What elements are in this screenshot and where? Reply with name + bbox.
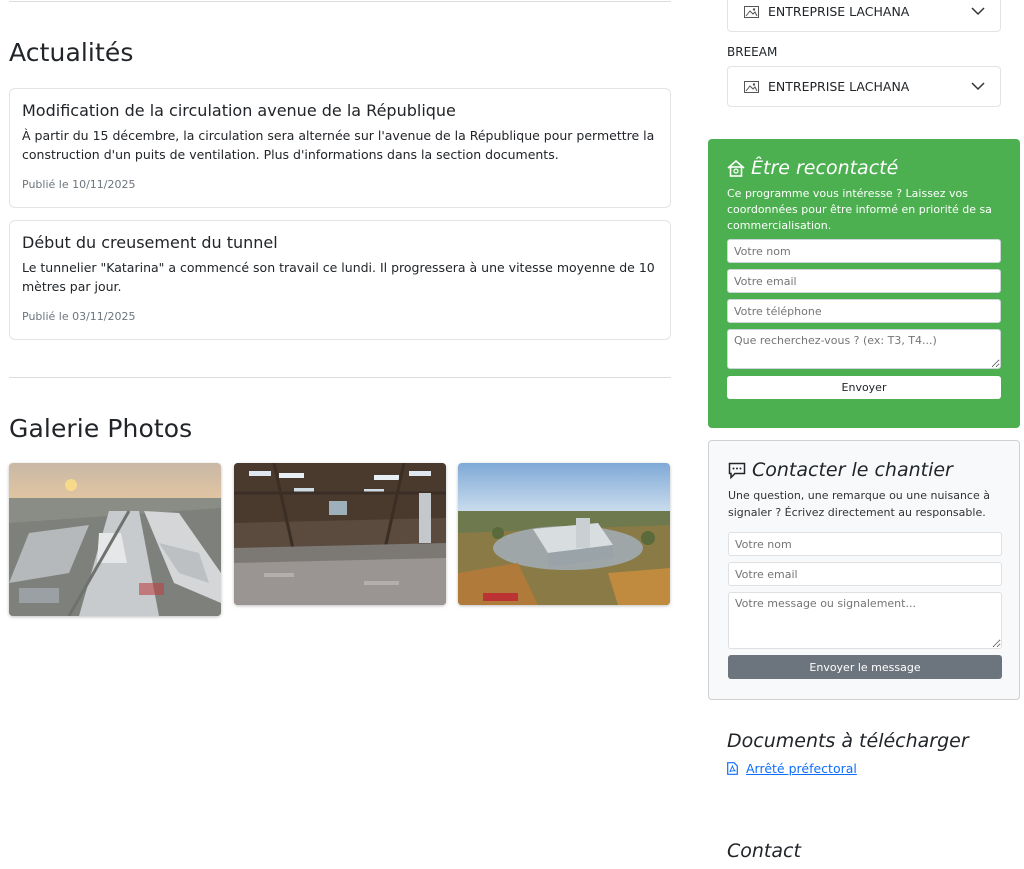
chantier-description: Une question, une remarque ou une nuisan… <box>728 489 990 519</box>
document-link-arrete[interactable]: Arrêté préfectoral <box>727 761 857 776</box>
news-body: À partir du 15 décembre, la circulation … <box>22 128 655 163</box>
document-link-label: Arrêté préfectoral <box>746 761 857 776</box>
news-title: Début du creusement du tunnel <box>22 233 278 252</box>
company-select-value: ENTREPRISE LACHANA <box>768 4 910 19</box>
recontact-phone-input[interactable] <box>727 299 1001 323</box>
recontact-title: Être recontacté <box>727 157 1001 179</box>
chantier-title-text: Contacter le chantier <box>752 459 953 481</box>
chantier-contact-box: Contacter le chantier Une question, une … <box>708 440 1020 700</box>
chantier-submit-button[interactable]: Envoyer le message <box>728 655 1002 679</box>
pdf-file-icon <box>727 762 738 775</box>
divider <box>9 1 671 2</box>
chevron-down-icon <box>971 82 985 91</box>
gallery-photo-industrial-park[interactable] <box>9 463 221 616</box>
breeam-select[interactable]: ENTREPRISE LACHANA <box>727 66 1001 107</box>
news-date: Publié le 10/11/2025 <box>22 178 136 192</box>
chat-bubble-icon <box>728 462 746 479</box>
recontact-form-box: Être recontacté Ce programme vous intére… <box>708 139 1020 428</box>
chantier-title: Contacter le chantier <box>728 459 1000 481</box>
recontact-submit-button[interactable]: Envoyer <box>727 376 1001 399</box>
chantier-email-input[interactable] <box>728 562 1002 586</box>
sidebar: ENTREPRISE LACHANA BREEAM ENTREPRISE LAC… <box>708 0 1020 869</box>
chevron-down-icon <box>971 7 985 16</box>
recontact-title-text: Être recontacté <box>751 157 899 179</box>
gallery-photo-logistics-center[interactable] <box>458 463 670 605</box>
recontact-email-input[interactable] <box>727 269 1001 293</box>
news-date: Publié le 03/11/2025 <box>22 310 136 324</box>
chantier-name-input[interactable] <box>728 532 1002 556</box>
news-body: Le tunnelier "Katarina" a commencé son t… <box>22 260 655 295</box>
recontact-name-input[interactable] <box>727 239 1001 263</box>
gallery-photo-warehouse-frame[interactable] <box>234 463 446 605</box>
company-select[interactable]: ENTREPRISE LACHANA <box>727 0 1001 32</box>
recontact-description: Ce programme vous intéresse ? Laissez vo… <box>727 187 992 232</box>
contact-title: Contact <box>727 840 801 862</box>
photo-gallery <box>9 463 671 616</box>
documents-title: Documents à télécharger <box>727 730 969 752</box>
recontact-search-textarea[interactable] <box>727 329 1001 369</box>
house-icon <box>727 159 745 177</box>
image-icon <box>744 5 759 18</box>
main-column: Actualités Modification de la circulatio… <box>9 0 671 869</box>
breeam-select-value: ENTREPRISE LACHANA <box>768 79 910 94</box>
gallery-section-title: Galerie Photos <box>9 414 193 443</box>
chantier-message-textarea[interactable] <box>728 592 1002 649</box>
news-section-title: Actualités <box>9 38 134 67</box>
divider <box>9 377 671 378</box>
news-card: Début du creusement du tunnel Le tunneli… <box>9 220 671 340</box>
news-card: Modification de la circulation avenue de… <box>9 88 671 208</box>
breeam-label: BREEAM <box>727 45 778 59</box>
news-title: Modification de la circulation avenue de… <box>22 101 456 120</box>
image-icon <box>744 80 759 93</box>
